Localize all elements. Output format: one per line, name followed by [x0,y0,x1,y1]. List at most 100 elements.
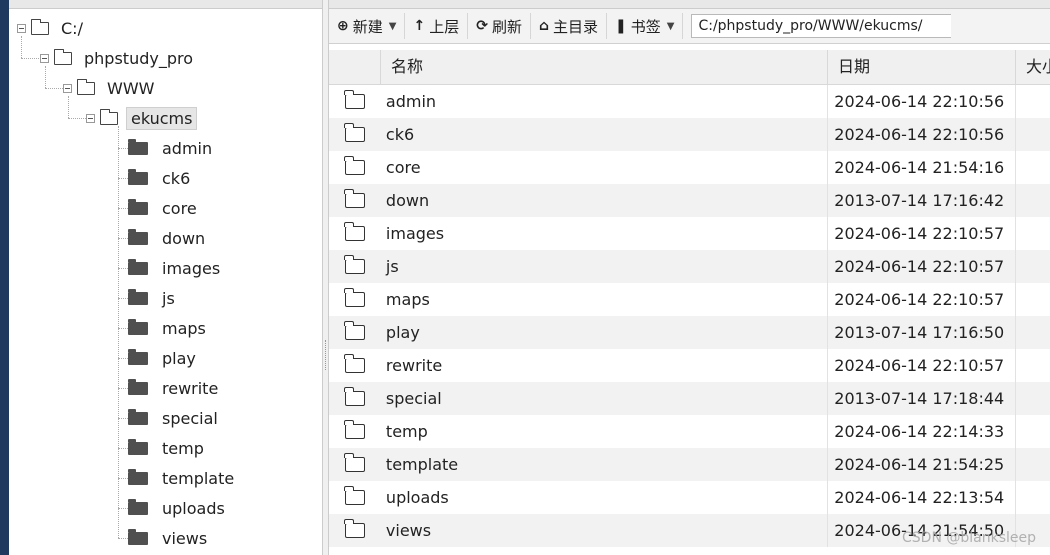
tree-node-label[interactable]: phpstudy_pro [80,48,197,69]
tree-node-label-selected[interactable]: ekucms [126,106,198,130]
file-date: 2024-06-14 22:10:56 [827,85,1015,118]
tree-node-temp[interactable]: temp [128,436,208,460]
file-size [1015,151,1050,184]
tree-node-label[interactable]: WWW [103,78,158,99]
tree-node-maps[interactable]: maps [128,316,210,340]
tree-node-label[interactable]: uploads [158,498,229,519]
up-button[interactable]: ↑ 上层 [405,13,469,39]
file-list: admin 2024-06-14 22:10:56 ck6 2024-06-14 22… [329,85,1050,547]
tree-node-label[interactable]: maps [158,318,210,339]
tree-node-label[interactable]: special [158,408,222,429]
column-header-name[interactable]: 名称 [381,50,828,84]
tree-node-rewrite[interactable]: rewrite [128,376,222,400]
tree-node-images[interactable]: images [128,256,224,280]
home-button[interactable]: ⌂ 主目录 [531,13,607,39]
table-row[interactable]: special 2013-07-14 17:18:44 [329,382,1050,415]
tree-node-uploads[interactable]: uploads [128,496,229,520]
table-row[interactable]: maps 2024-06-14 22:10:57 [329,283,1050,316]
file-date: 2024-06-14 22:13:54 [827,481,1015,514]
tree-node-label[interactable]: views [158,528,211,549]
folder-icon [344,288,365,307]
folder-icon [128,288,148,305]
file-date: 2024-06-14 22:10:57 [827,349,1015,382]
collapse-icon[interactable] [17,23,26,33]
tree-node-label[interactable]: play [158,348,200,369]
file-name[interactable]: rewrite [381,356,827,375]
tree-node-label[interactable]: temp [158,438,208,459]
row-icon-cell [329,349,381,382]
file-name[interactable]: play [381,323,827,342]
file-date: 2024-06-14 22:10:57 [827,283,1015,316]
home-button-label: 主目录 [552,17,598,36]
table-row[interactable]: ck6 2024-06-14 22:10:56 [329,118,1050,151]
tree-node-admin[interactable]: admin [128,136,216,160]
tree-node-template[interactable]: template [128,466,238,490]
splitter-grip[interactable] [325,340,327,370]
tree-node-core[interactable]: core [128,196,201,220]
tree-node-label[interactable]: C:/ [57,18,87,39]
row-icon-cell [329,184,381,217]
file-name[interactable]: images [381,224,827,243]
tree-node-label[interactable]: rewrite [158,378,222,399]
table-row[interactable]: down 2013-07-14 17:16:42 [329,184,1050,217]
file-name[interactable]: js [381,257,827,276]
tree-node-ck6[interactable]: ck6 [128,166,194,190]
table-row[interactable]: core 2024-06-14 21:54:16 [329,151,1050,184]
file-name[interactable]: down [381,191,827,210]
table-row[interactable]: js 2024-06-14 22:10:57 [329,250,1050,283]
table-row[interactable]: play 2013-07-14 17:16:50 [329,316,1050,349]
tree-node-down[interactable]: down [128,226,209,250]
file-name[interactable]: template [381,455,827,474]
folder-icon [344,387,365,406]
file-size [1015,184,1050,217]
tree-node-label[interactable]: admin [158,138,216,159]
tree-node-label[interactable]: template [158,468,238,489]
tree-node-special[interactable]: special [128,406,222,430]
tree-node-phpstudy-pro[interactable]: phpstudy_pro [40,46,197,70]
file-name[interactable]: temp [381,422,827,441]
path-input[interactable] [691,14,952,38]
folder-icon [54,48,72,65]
bookmark-button[interactable]: ❚ 书签 ▼ [607,13,684,39]
tree-node-label[interactable]: js [158,288,179,309]
file-name[interactable]: core [381,158,827,177]
file-name[interactable]: maps [381,290,827,309]
row-icon-cell [329,118,381,151]
file-date: 2024-06-14 21:54:25 [827,448,1015,481]
file-name[interactable]: admin [381,92,827,111]
table-row[interactable]: admin 2024-06-14 22:10:56 [329,85,1050,118]
tree-node-play[interactable]: play [128,346,200,370]
folder-icon [77,78,95,95]
row-icon-cell [329,316,381,349]
tree-node-ekucms[interactable]: ekucms [86,106,198,130]
file-name[interactable]: special [381,389,827,408]
file-name[interactable]: uploads [381,488,827,507]
collapse-icon[interactable] [86,113,95,123]
table-row[interactable]: images 2024-06-14 22:10:57 [329,217,1050,250]
folder-icon [128,498,148,515]
tree-node-label[interactable]: images [158,258,224,279]
column-header-date[interactable]: 日期 [828,50,1016,84]
file-name[interactable]: ck6 [381,125,827,144]
collapse-icon[interactable] [63,83,72,93]
collapse-icon[interactable] [40,53,49,63]
table-row[interactable]: rewrite 2024-06-14 22:10:57 [329,349,1050,382]
tree-node-label[interactable]: down [158,228,209,249]
tree-node-label[interactable]: core [158,198,201,219]
table-row[interactable]: temp 2024-06-14 22:14:33 [329,415,1050,448]
tree-node-views[interactable]: views [128,526,211,550]
file-date: 2024-06-14 22:10:57 [827,217,1015,250]
tree-node-label[interactable]: ck6 [158,168,194,189]
table-row[interactable]: uploads 2024-06-14 22:13:54 [329,481,1050,514]
new-button[interactable]: ⊕ 新建 ▼ [329,13,406,39]
refresh-button[interactable]: ⟳ 刷新 [468,13,531,39]
pane-splitter[interactable] [322,0,329,555]
column-header-size[interactable]: 大小 [1016,50,1050,84]
file-size [1015,118,1050,151]
table-row[interactable]: template 2024-06-14 21:54:25 [329,448,1050,481]
file-name[interactable]: views [381,521,827,540]
tree-node-root[interactable]: C:/ [17,16,87,40]
tree-node-www[interactable]: WWW [63,76,158,100]
file-size [1015,316,1050,349]
tree-node-js[interactable]: js [128,286,179,310]
